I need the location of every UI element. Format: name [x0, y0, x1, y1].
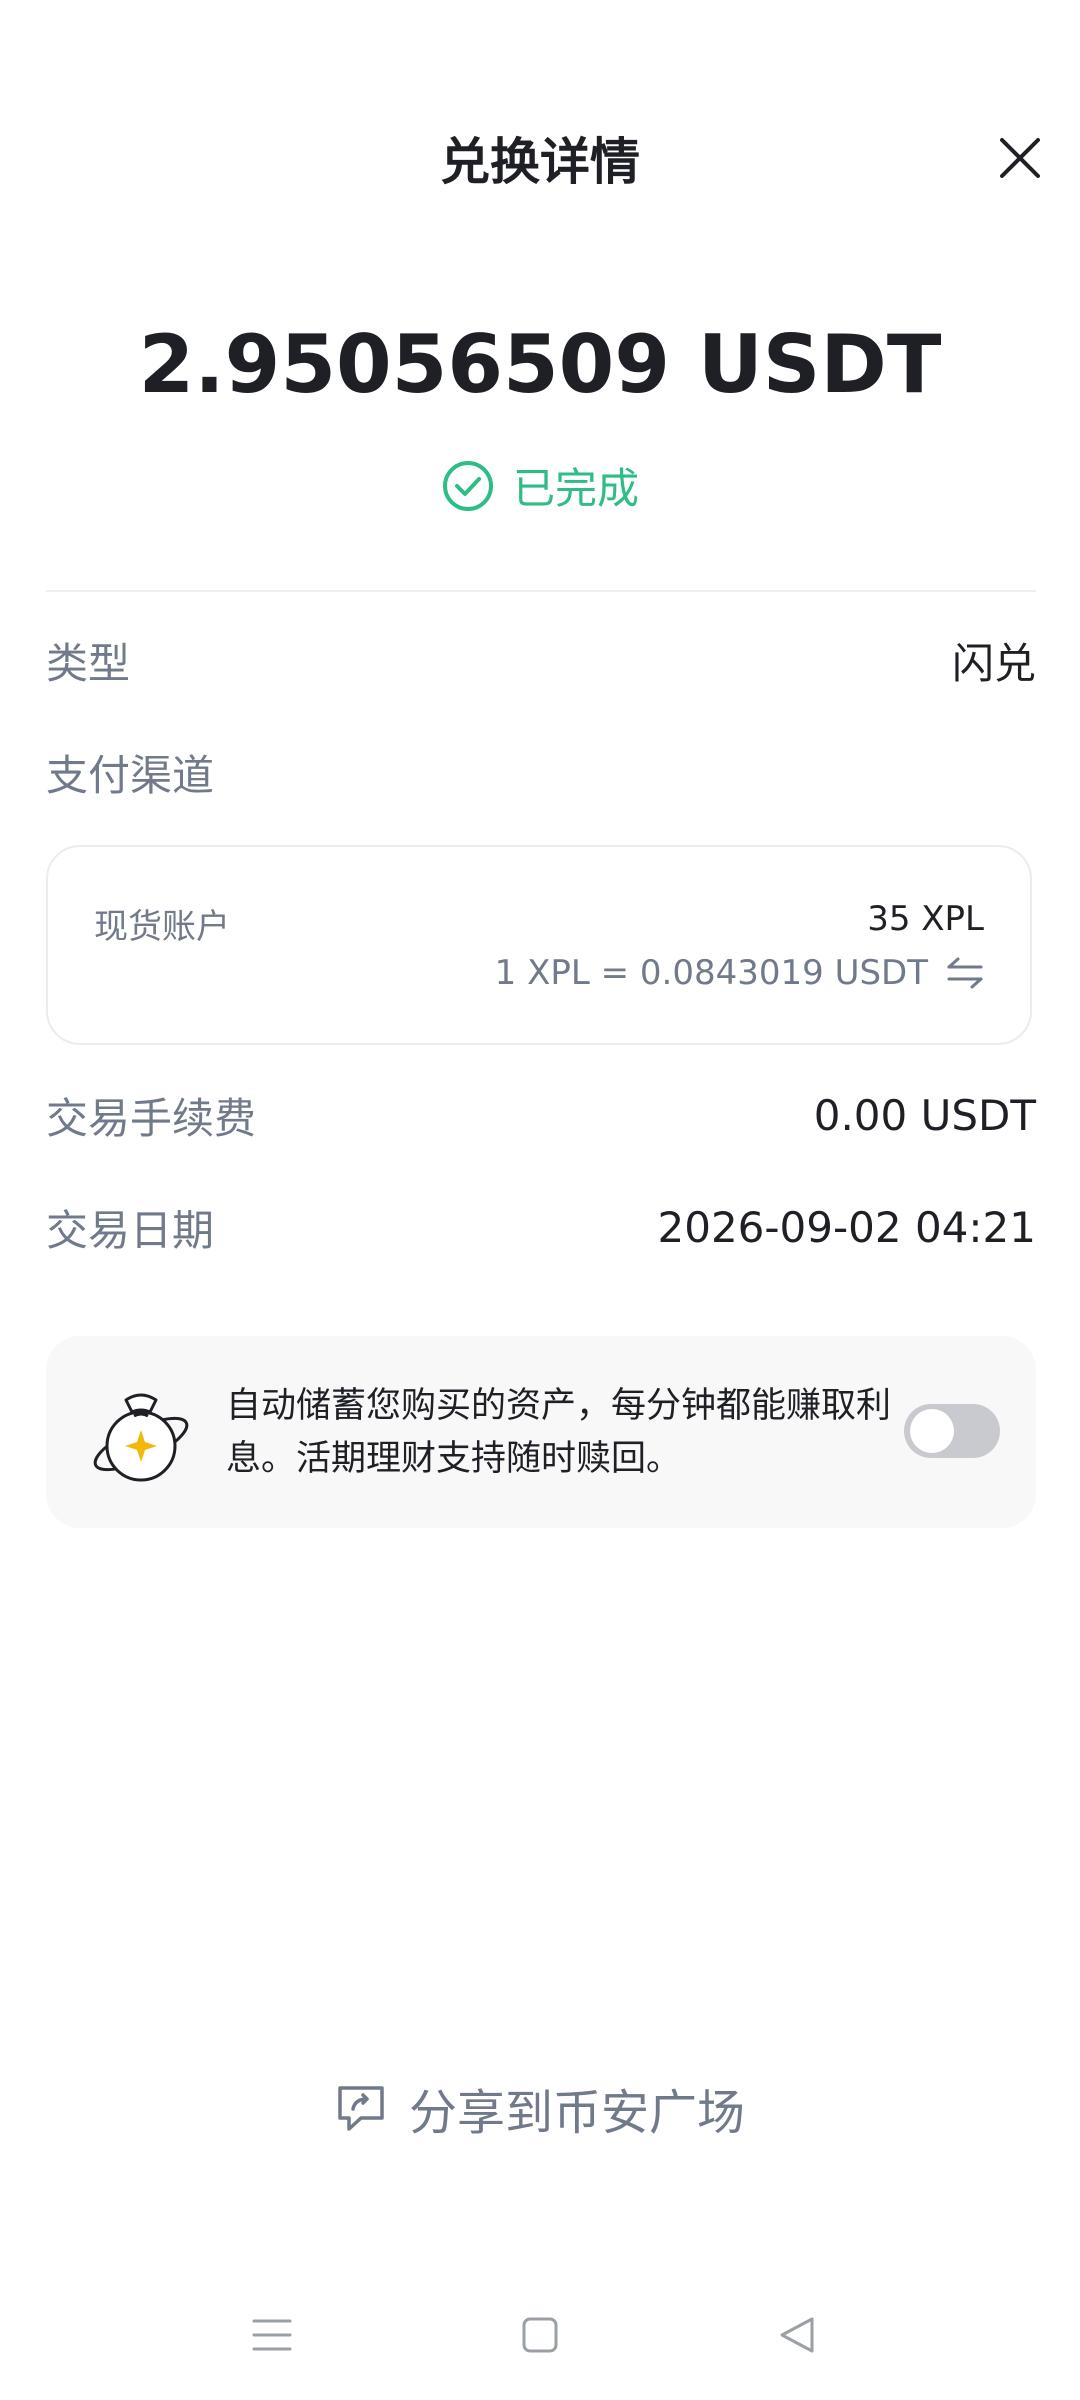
exchange-details-page: 兑换详情 2.95056509 USDT 已完成 类型 闪兑 支付渠道 现货账户… — [0, 0, 1080, 2400]
exchange-rate[interactable]: 1 XPL = 0.0843019 USDT — [495, 953, 984, 993]
status-badge: 已完成 — [0, 455, 1080, 516]
close-icon — [1000, 138, 1040, 178]
payment-amount: 35 XPL — [867, 899, 984, 939]
payment-channel-label: 支付渠道 — [46, 751, 215, 800]
money-bag-icon — [93, 1393, 189, 1482]
payment-channel-card: 现货账户 35 XPL 1 XPL = 0.0843019 USDT — [46, 845, 1032, 1045]
date-row: 交易日期 2026-09-02 04:21 — [46, 1197, 1036, 1258]
nav-back-button[interactable] — [768, 2305, 828, 2365]
nav-menu-button[interactable] — [242, 2305, 302, 2365]
fee-value: 0.00 USDT — [813, 1091, 1036, 1140]
toggle-knob — [910, 1409, 954, 1453]
fee-label: 交易手续费 — [46, 1094, 257, 1143]
date-label: 交易日期 — [46, 1206, 215, 1255]
auto-earn-toggle[interactable] — [904, 1404, 1000, 1458]
payment-account: 现货账户 — [94, 907, 230, 947]
type-label: 类型 — [46, 639, 131, 688]
share-label: 分享到币安广场 — [408, 2085, 745, 2141]
payment-channel-row: 支付渠道 — [46, 742, 1036, 803]
share-chat-icon — [338, 2086, 384, 2131]
type-value: 闪兑 — [951, 639, 1036, 688]
home-square-icon — [522, 2317, 558, 2353]
type-row: 类型 闪兑 — [46, 630, 1036, 691]
system-navigation-bar — [0, 2305, 1080, 2365]
exchange-rate-text: 1 XPL = 0.0843019 USDT — [494, 953, 928, 993]
status-label: 已完成 — [512, 464, 639, 513]
close-button[interactable] — [990, 128, 1050, 188]
page-title: 兑换详情 — [440, 133, 640, 191]
fee-row: 交易手续费 0.00 USDT — [46, 1085, 1036, 1146]
converted-amount: 2.95056509 USDT — [138, 318, 942, 411]
check-circle-icon — [442, 460, 493, 511]
back-triangle-icon — [780, 2317, 814, 2353]
share-to-square-button[interactable]: 分享到币安广场 — [0, 2073, 1080, 2143]
divider — [46, 590, 1036, 592]
date-value: 2026-09-02 04:21 — [657, 1203, 1036, 1252]
nav-home-button[interactable] — [510, 2305, 570, 2365]
auto-earn-banner: 自动储蓄您购买的资产，每分钟都能赚取利息。活期理财支持随时赎回。 — [46, 1336, 1036, 1528]
swap-arrows-icon — [947, 957, 983, 989]
menu-icon — [252, 2319, 292, 2351]
auto-earn-text: 自动储蓄您购买的资产，每分钟都能赚取利息。活期理财支持随时赎回。 — [226, 1386, 892, 1479]
